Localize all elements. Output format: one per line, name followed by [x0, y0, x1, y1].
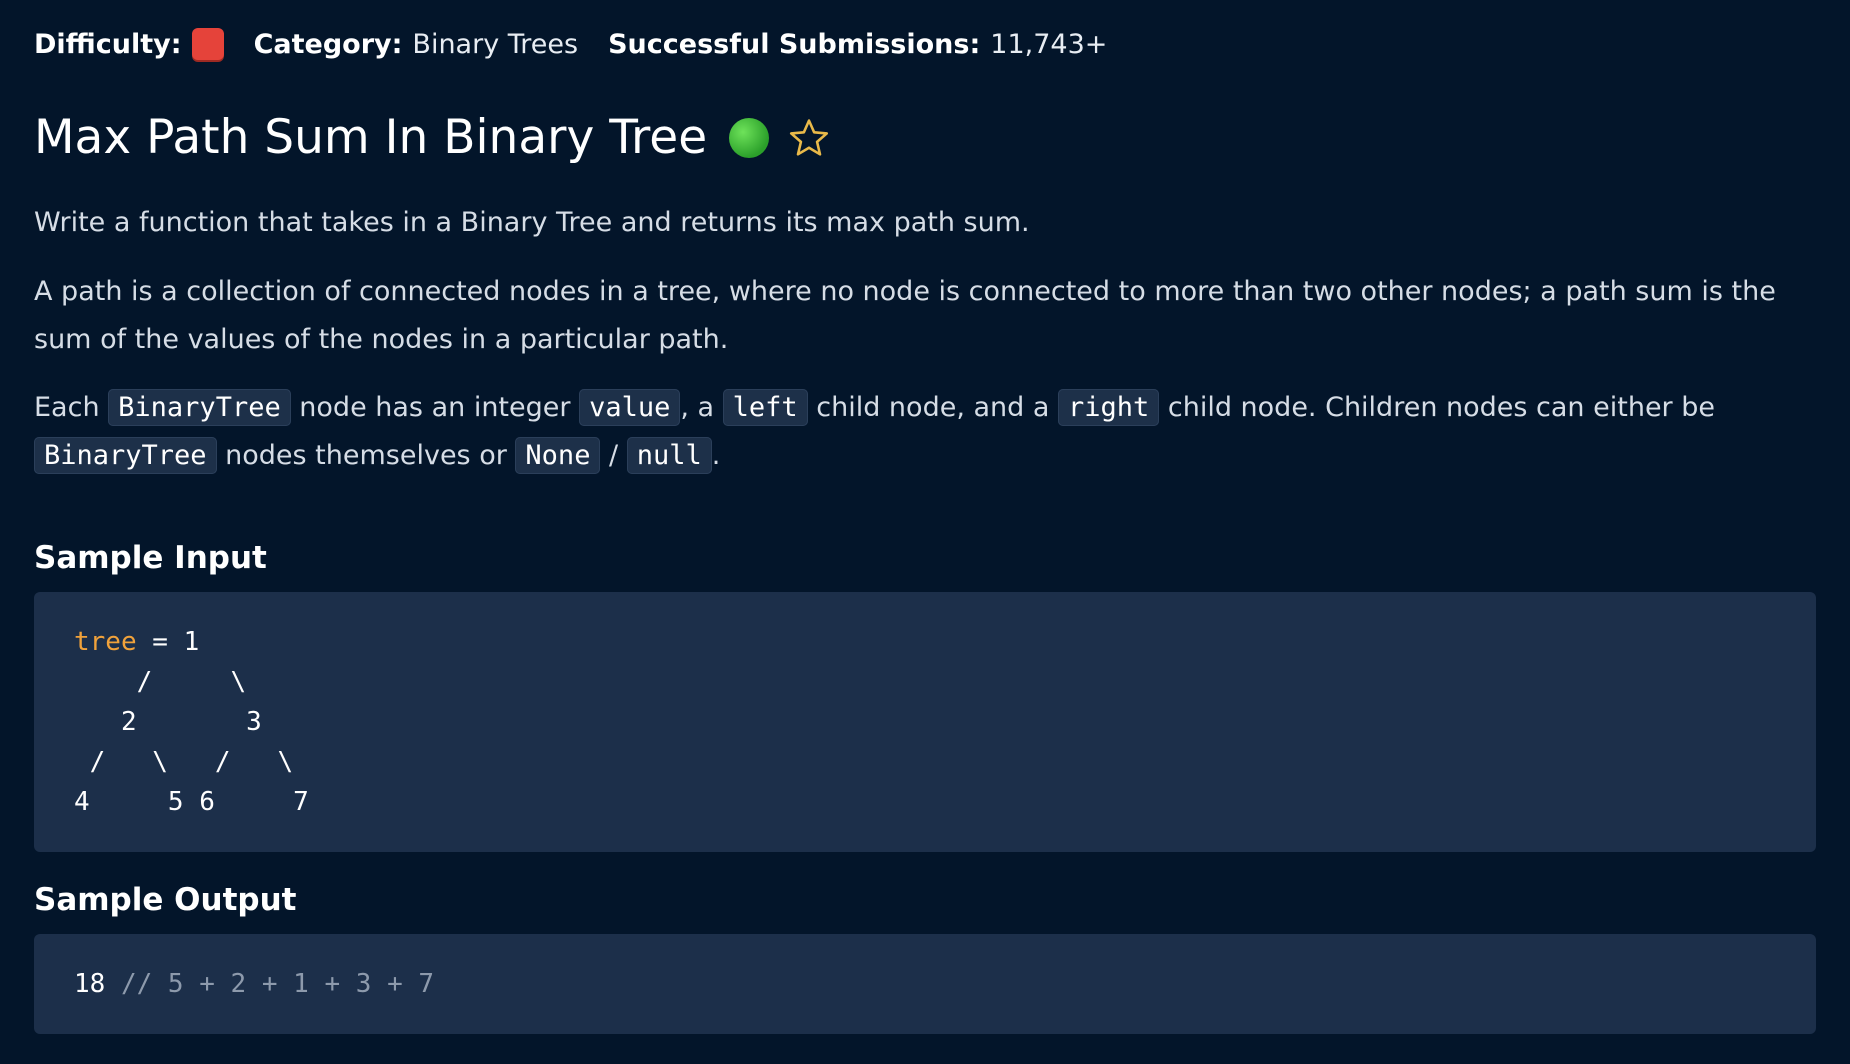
code-line: / \ [74, 667, 247, 697]
category-group: Category: Binary Trees [254, 29, 579, 60]
code-line: 4 5 6 7 [74, 787, 309, 817]
submissions-group: Successful Submissions: 11,743+ [608, 29, 1107, 60]
star-outline-icon[interactable] [787, 116, 831, 160]
difficulty-group: Difficulty: [34, 28, 224, 60]
difficulty-hard-indicator [191, 28, 224, 60]
code-line: = 1 [136, 627, 200, 657]
output-comment: // 5 + 2 + 1 + 3 + 7 [105, 969, 435, 999]
inline-code-none: None [515, 437, 601, 474]
inline-code-null: null [626, 437, 712, 474]
sample-input-code: tree = 1 / \ 2 3 / \ / \ 4 5 6 7 [74, 622, 1776, 822]
text-segment: . [711, 440, 721, 471]
sample-input-heading: Sample Input [34, 540, 267, 576]
output-value: 18 [74, 969, 106, 999]
text-segment: child node, and a [807, 392, 1058, 423]
description-paragraph-2: A path is a collection of connected node… [34, 276, 1776, 355]
inline-code-binarytree: BinaryTree [108, 389, 291, 426]
sample-output-code-block: 18 // 5 + 2 + 1 + 3 + 7 [34, 934, 1816, 1034]
difficulty-label: Difficulty: [34, 28, 182, 60]
inline-code-binarytree: BinaryTree [34, 437, 217, 474]
inline-code-left: left [722, 389, 808, 426]
inline-code-right: right [1058, 389, 1160, 426]
text-segment: nodes themselves or [216, 440, 516, 471]
text-segment: node has an integer [290, 392, 580, 423]
title-row: Max Path Sum In Binary Tree [34, 110, 831, 165]
completed-status-icon [729, 117, 770, 158]
text-segment: Each [34, 392, 109, 423]
submissions-value: 11,743+ [990, 28, 1108, 60]
sample-output-code: 18 // 5 + 2 + 1 + 3 + 7 [74, 964, 1776, 1004]
submissions-label: Successful Submissions: [608, 28, 981, 60]
code-line: / \ / \ [74, 747, 294, 777]
description-paragraph-1: Write a function that takes in a Binary … [34, 207, 1030, 238]
category-value: Binary Trees [412, 28, 579, 60]
text-segment: child node. Children nodes can either be [1159, 392, 1715, 423]
inline-code-value: value [579, 389, 681, 426]
question-title: Max Path Sum In Binary Tree [34, 110, 708, 165]
category-label: Category: [253, 28, 403, 60]
text-segment: / [600, 440, 627, 471]
description-paragraph-3: Each BinaryTree node has an integer valu… [34, 384, 1814, 480]
question-meta: Difficulty: Category: Binary Trees Succe… [34, 28, 1137, 60]
sample-input-code-block: tree = 1 / \ 2 3 / \ / \ 4 5 6 7 [34, 592, 1816, 852]
text-segment: , a [680, 392, 723, 423]
code-variable-name: tree [74, 627, 137, 657]
sample-output-heading: Sample Output [34, 882, 297, 918]
code-line: 2 3 [74, 707, 262, 737]
